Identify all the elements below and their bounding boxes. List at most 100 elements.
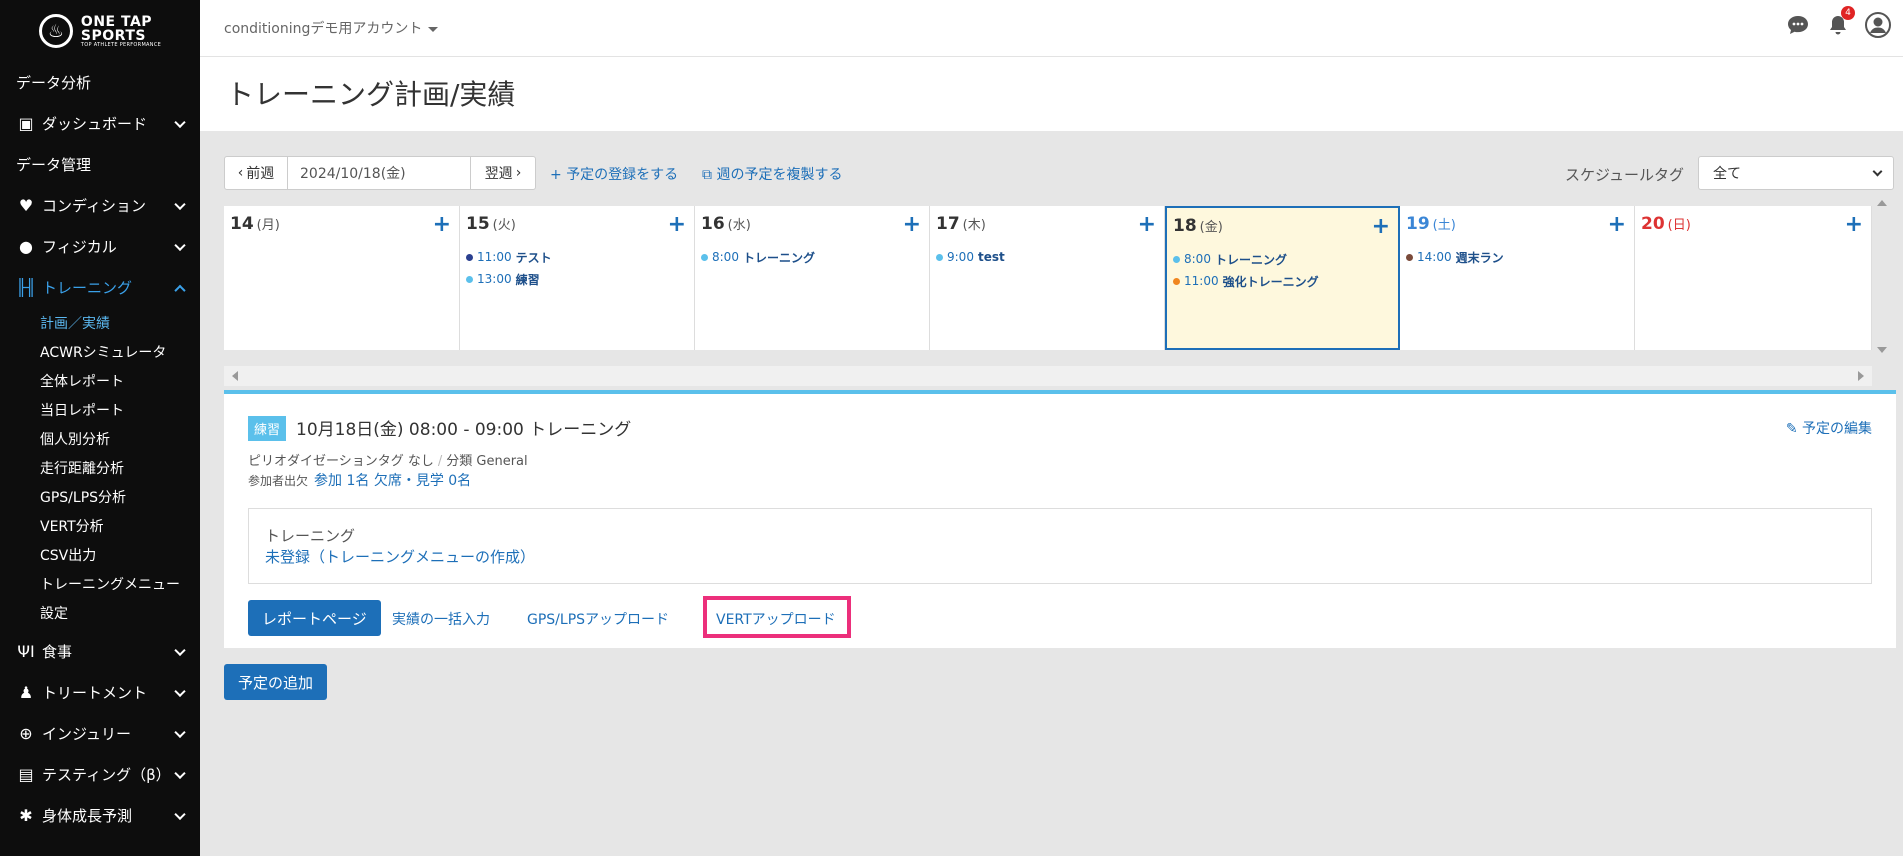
sidebar-item-label: データ管理: [16, 156, 92, 174]
sidebar-subitem-plan[interactable]: 計画／実績: [0, 308, 200, 337]
calendar-event[interactable]: 9:00 test: [936, 246, 1005, 268]
calendar-vertical-scrollbar[interactable]: [1872, 192, 1890, 362]
add-schedule-button[interactable]: 予定の追加: [224, 664, 328, 700]
sidebar-subitem-distance[interactable]: 走行距離分析: [0, 453, 200, 482]
event-name: トレーニング: [742, 250, 815, 265]
calendar-day[interactable]: 20 (日) +: [1635, 206, 1872, 350]
chevron-left-icon: ‹: [237, 165, 244, 181]
event-dot-icon: [701, 253, 708, 261]
add-event-plus-icon[interactable]: +: [1372, 214, 1390, 239]
sidebar-item-condition[interactable]: ♥ コンディション: [0, 185, 200, 226]
add-event-plus-icon[interactable]: +: [433, 212, 451, 237]
sidebar-item-label: 食事: [42, 643, 73, 661]
day-weekday: (木): [962, 218, 986, 233]
calendar-day[interactable]: 19 (土) +14:00 週末ラン: [1400, 206, 1635, 350]
chevron-down-icon: [174, 644, 186, 656]
add-event-plus-icon[interactable]: +: [1845, 212, 1863, 237]
event-name: 強化トレーニング: [1222, 274, 1319, 289]
add-event-plus-icon[interactable]: +: [903, 212, 921, 237]
sidebar-item-meal[interactable]: ΨΙ 食事: [0, 631, 200, 672]
chevron-down-icon: [174, 726, 186, 738]
next-week-button[interactable]: 翌週 ›: [470, 156, 536, 190]
report-page-button[interactable]: レポートページ: [248, 600, 381, 636]
sidebar-item-training[interactable]: ╟╢ トレーニング: [0, 267, 200, 308]
sidebar-item-data-analysis[interactable]: データ分析: [0, 62, 200, 103]
sidebar-item-treatment[interactable]: ♟ トリートメント: [0, 672, 200, 713]
calendar-day[interactable]: 17 (木) +9:00 test: [930, 206, 1165, 350]
user-avatar-icon[interactable]: [1865, 12, 1891, 38]
sidebar-subitem-overall-report[interactable]: 全体レポート: [0, 366, 200, 395]
user-doctor-icon: ♟: [18, 683, 34, 702]
scroll-left-arrow-icon[interactable]: [232, 371, 238, 381]
caret-down-icon: [428, 26, 439, 32]
calendar-event[interactable]: 8:00 トレーニング: [1173, 248, 1319, 270]
schedule-tag-value: 全て: [1713, 166, 1741, 182]
bulk-input-link[interactable]: 実績の一括入力: [392, 609, 490, 629]
sidebar-item-label: コンディション: [42, 197, 146, 215]
add-event-plus-icon[interactable]: +: [1608, 212, 1626, 237]
day-weekday: (土): [1432, 218, 1456, 233]
sidebar-subitem-individual[interactable]: 個人別分析: [0, 424, 200, 453]
calendar-horizontal-scrollbar[interactable]: [224, 366, 1872, 386]
sidebar-subitem-csv[interactable]: CSV出力: [0, 540, 200, 569]
copy-week-link[interactable]: ⧉ 週の予定を複製する: [702, 164, 842, 184]
create-training-menu-link[interactable]: 未登録（トレーニングメニューの作成）: [265, 546, 535, 567]
sidebar-subitem-daily-report[interactable]: 当日レポート: [0, 395, 200, 424]
sidebar-subitem-menu[interactable]: トレーニングメニュー: [0, 569, 200, 598]
attendance-label: 参加者出欠: [248, 474, 309, 488]
calendar-day[interactable]: 18 (金) +8:00 トレーニング 11:00 強化トレーニング: [1165, 206, 1400, 350]
account-switcher[interactable]: conditioningデモ用アカウント: [224, 18, 439, 38]
day-weekday: (金): [1199, 220, 1223, 235]
calendar-event[interactable]: 13:00 練習: [466, 268, 552, 290]
calendar-day[interactable]: 14 (月) +: [224, 206, 460, 350]
sidebar-subitem-settings[interactable]: 設定: [0, 598, 200, 627]
day-number: 17: [936, 214, 960, 234]
bell-icon[interactable]: 4: [1825, 6, 1855, 38]
scroll-down-arrow-icon[interactable]: [1877, 347, 1887, 353]
add-event-plus-icon[interactable]: +: [668, 212, 686, 237]
date-input[interactable]: 2024/10/18(金): [287, 156, 471, 190]
calendar-day[interactable]: 16 (水) +8:00 トレーニング: [695, 206, 930, 350]
chevron-down-icon: [174, 239, 186, 251]
scroll-right-arrow-icon[interactable]: [1858, 371, 1864, 381]
attendance-link[interactable]: 参加 1名 欠席・見学 0名: [314, 473, 471, 489]
event-name: トレーニング: [1214, 252, 1287, 267]
sidebar-item-data-management[interactable]: データ管理: [0, 144, 200, 185]
calendar-day[interactable]: 15 (火) +11:00 テスト 13:00 練習: [460, 206, 695, 350]
calendar-event[interactable]: 14:00 週末ラン: [1406, 246, 1504, 268]
logo[interactable]: ♨ ONE TAP SPORTS TOP ATHLETE PERFORMANCE: [0, 0, 200, 62]
sidebar-subitem-acwr[interactable]: ACWRシミュレータ: [0, 337, 200, 366]
utensils-icon: ΨΙ: [17, 642, 35, 661]
chalkboard-user-icon: ▤: [18, 765, 34, 784]
calendar-event[interactable]: 11:00 強化トレーニング: [1173, 270, 1319, 292]
calendar-event[interactable]: 8:00 トレーニング: [701, 246, 815, 268]
child-icon: ✱: [19, 806, 33, 825]
sidebar-item-dashboard[interactable]: ▣ ダッシュボード: [0, 103, 200, 144]
add-event-plus-icon[interactable]: +: [1138, 212, 1156, 237]
sidebar-item-label: ダッシュボード: [42, 115, 148, 133]
topbar: conditioningデモ用アカウント 4: [200, 0, 1903, 57]
vert-upload-link[interactable]: VERTアップロード: [716, 609, 836, 629]
sidebar-item-growth[interactable]: ✱ 身体成長予測: [0, 795, 200, 836]
sidebar-item-physical[interactable]: ● フィジカル: [0, 226, 200, 267]
calendar-event[interactable]: 11:00 テスト: [466, 246, 552, 268]
register-schedule-link[interactable]: + 予定の登録をする: [550, 164, 678, 184]
edit-schedule-link[interactable]: ✎ 予定の編集: [1786, 418, 1872, 438]
chevron-right-icon: ›: [515, 165, 522, 181]
sidebar-subitem-vert[interactable]: VERT分析: [0, 511, 200, 540]
notification-badge: 4: [1841, 6, 1855, 20]
page-header: トレーニング計画/実績: [200, 57, 1903, 131]
prev-week-button[interactable]: ‹ 前週: [224, 156, 288, 190]
scroll-up-arrow-icon[interactable]: [1877, 200, 1887, 206]
event-time: 8:00: [712, 250, 739, 264]
day-number: 14: [230, 214, 254, 234]
schedule-tag-select[interactable]: 全て: [1698, 156, 1894, 190]
gps-upload-link[interactable]: GPS/LPSアップロード: [527, 609, 669, 629]
schedule-tag-label: スケジュールタグ: [1565, 166, 1684, 184]
event-time: 11:00: [477, 250, 512, 264]
sidebar-item-testing[interactable]: ▤ テスティング（β）: [0, 754, 200, 795]
sidebar-item-injury[interactable]: ⊕ インジュリー: [0, 713, 200, 754]
sidebar-subitem-gps[interactable]: GPS/LPS分析: [0, 482, 200, 511]
event-detail-panel: 練習 10月18日(金) 08:00 - 09:00 トレーニング ✎ 予定の編…: [224, 390, 1896, 648]
chat-icon[interactable]: [1785, 12, 1811, 38]
